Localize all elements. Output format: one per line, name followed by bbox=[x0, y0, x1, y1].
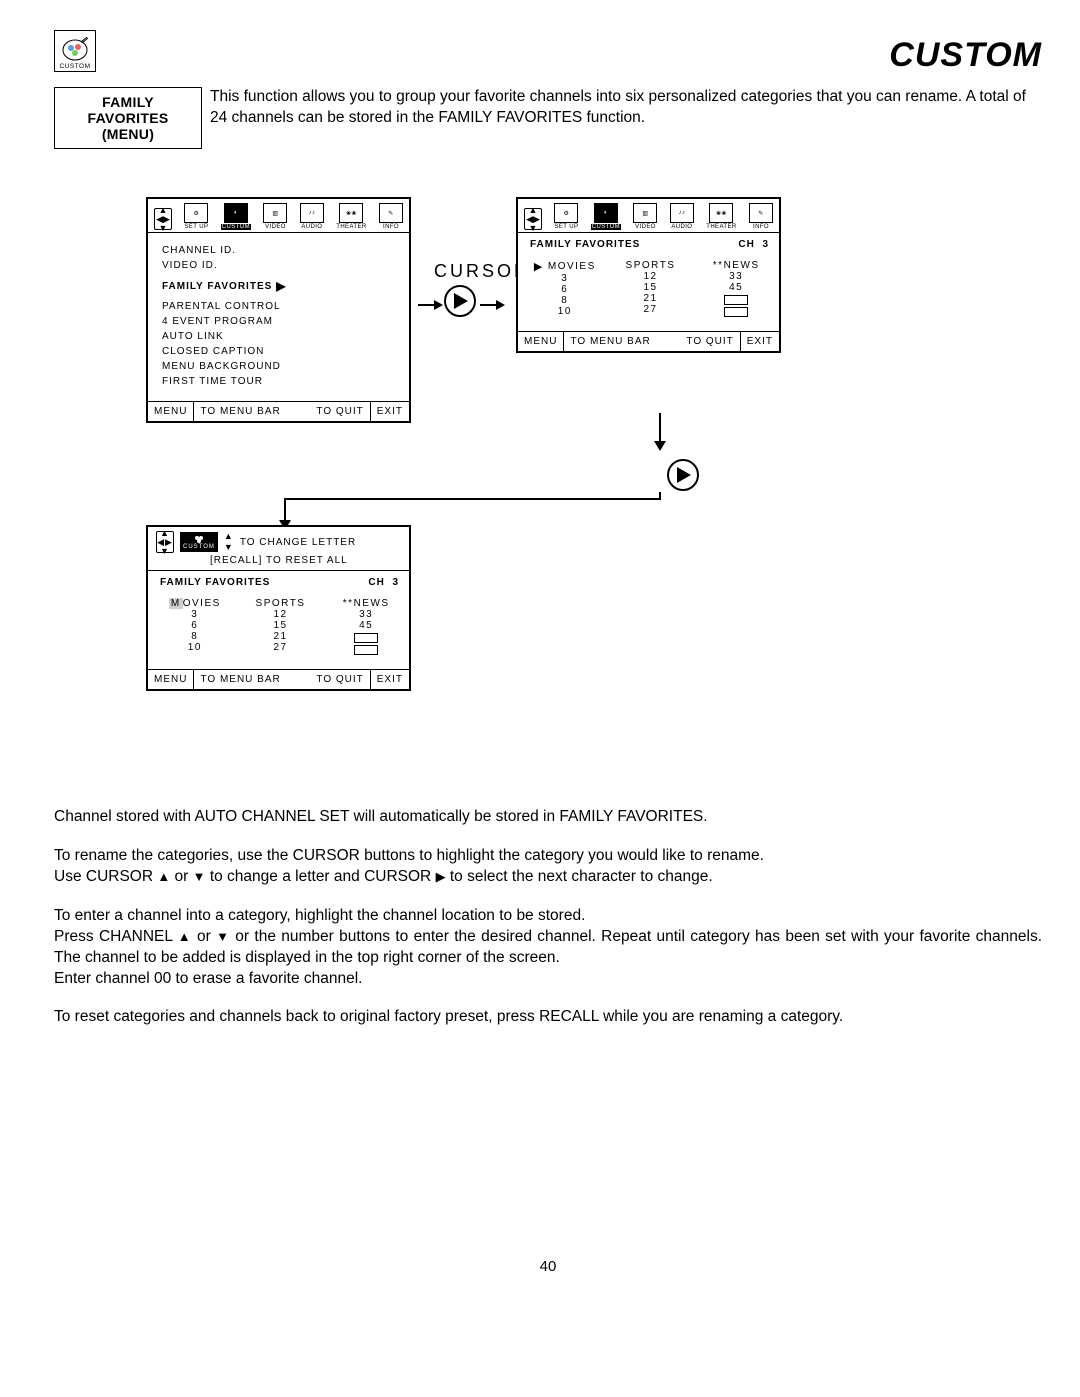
nav-pad-icon: ▲◀▶▼ bbox=[156, 531, 174, 553]
custom-logo: CUSTOM bbox=[54, 30, 96, 72]
osd-panel-rename: ▲◀▶▼ CUSTOM ▲▼ TO CHANGE LETTER [RECALL]… bbox=[146, 525, 411, 691]
menu-tab-custom: ◐CUSTOM bbox=[591, 203, 621, 230]
logo-caption: CUSTOM bbox=[59, 63, 90, 70]
fav-column: **NEWS3345 bbox=[703, 260, 769, 319]
arrow-right-icon bbox=[480, 300, 505, 310]
arrow-right-icon bbox=[418, 300, 443, 310]
menu-tab-info: ✎INFO bbox=[749, 203, 773, 230]
page-title: CUSTOM bbox=[889, 36, 1042, 75]
menu-item: MENU BACKGROUND bbox=[162, 361, 401, 372]
fav-column: **NEWS3345 bbox=[333, 598, 399, 657]
footer-menu: MENU bbox=[148, 670, 193, 689]
section-label: FAMILY FAVORITES (MENU) bbox=[54, 87, 202, 149]
footer-toquit: TO QUIT bbox=[310, 670, 369, 689]
menu-item: FIRST TIME TOUR bbox=[162, 376, 401, 387]
footer-exit: EXIT bbox=[370, 402, 409, 421]
menu-item: CLOSED CAPTION bbox=[162, 346, 401, 357]
menu-tab-set-up: ⚙SET UP bbox=[184, 203, 208, 230]
cursor-right-button bbox=[444, 285, 476, 317]
page-number: 40 bbox=[54, 1258, 1042, 1275]
custom-chip-icon: CUSTOM bbox=[180, 532, 218, 552]
menu-tab-info: ✎INFO bbox=[379, 203, 403, 230]
footer-toquit: TO QUIT bbox=[310, 402, 369, 421]
menu-tab-custom: ◐CUSTOM bbox=[221, 203, 251, 230]
body-para-2: To rename the categories, use the CURSOR… bbox=[54, 846, 1042, 888]
body-para-4: To reset categories and channels back to… bbox=[54, 1007, 1042, 1028]
footer-exit: EXIT bbox=[370, 670, 409, 689]
footer-menu: MENU bbox=[518, 332, 563, 351]
cursor-right-button bbox=[667, 459, 699, 491]
footer-menu: MENU bbox=[148, 402, 193, 421]
menu-item: VIDEO ID. bbox=[162, 260, 401, 271]
arrow-down-icon bbox=[654, 441, 666, 451]
menu-tab-audio: ♪♪AUDIO bbox=[300, 203, 324, 230]
osd-panel-family-favorites: ▲◀▶▼ ⚙SET UP ◐CUSTOM ▥VIDEO ♪♪AUDIO ❀❀THEATER… bbox=[516, 197, 781, 353]
menu-tab-video: ▥VIDEO bbox=[263, 203, 287, 230]
fav-column: ▶MOVIES36810 bbox=[532, 260, 598, 319]
fav-column: SPORTS12152127 bbox=[618, 260, 684, 319]
footer-exit: EXIT bbox=[740, 332, 779, 351]
osd-panel-custom-menu: ▲◀▶▼ ⚙SET UP ◐CUSTOM ▥VIDEO ♪♪AUDIO ❀❀THEATER… bbox=[146, 197, 411, 423]
fav-column: SPORTS12152127 bbox=[248, 598, 314, 657]
footer-toquit: TO QUIT bbox=[680, 332, 739, 351]
menu-item: FAMILY FAVORITES ▶ bbox=[162, 279, 287, 293]
body-para-3: To enter a channel into a category, high… bbox=[54, 906, 1042, 990]
footer-menubar: TO MENU BAR bbox=[563, 332, 656, 351]
menu-item: CHANNEL ID. bbox=[162, 245, 401, 256]
menu-item: 4 EVENT PROGRAM bbox=[162, 316, 401, 327]
menu-item: AUTO LINK bbox=[162, 331, 401, 342]
menu-tab-theater: ❀❀THEATER bbox=[706, 203, 736, 230]
menu-tab-video: ▥VIDEO bbox=[633, 203, 657, 230]
menu-item: PARENTAL CONTROL bbox=[162, 301, 401, 312]
body-para-1: Channel stored with AUTO CHANNEL SET wil… bbox=[54, 807, 1042, 828]
menu-tab-audio: ♪♪AUDIO bbox=[670, 203, 694, 230]
diagram-area: ▲◀▶▼ ⚙SET UP ◐CUSTOM ▥VIDEO ♪♪AUDIO ❀❀THEATER… bbox=[54, 197, 1042, 767]
footer-menubar: TO MENU BAR bbox=[193, 670, 286, 689]
fav-title: FAMILY FAVORITES bbox=[530, 239, 640, 250]
footer-menubar: TO MENU BAR bbox=[193, 402, 286, 421]
intro-text: This function allows you to group your f… bbox=[210, 87, 1042, 149]
menu-tab-theater: ❀❀THEATER bbox=[336, 203, 366, 230]
fav-column: MOVIES36810 bbox=[162, 598, 228, 657]
nav-pad-icon: ▲◀▶▼ bbox=[524, 208, 542, 230]
menu-tab-set-up: ⚙SET UP bbox=[554, 203, 578, 230]
nav-pad-icon: ▲◀▶▼ bbox=[154, 208, 172, 230]
